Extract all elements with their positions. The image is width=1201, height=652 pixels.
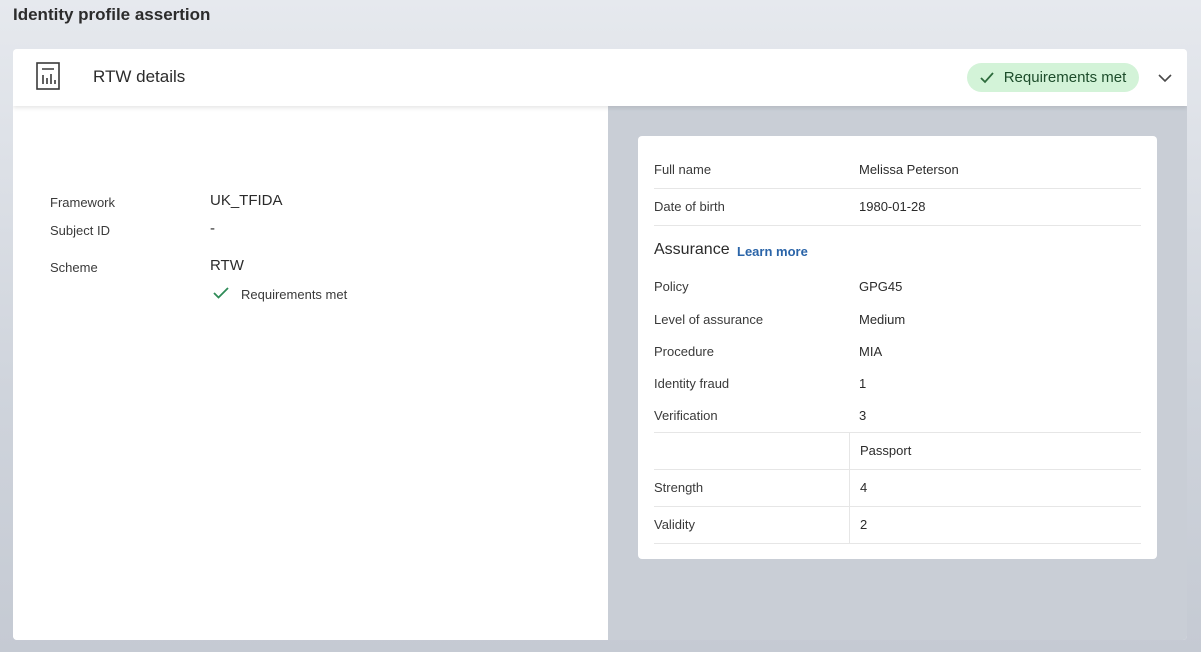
subject-id-value: - xyxy=(210,220,215,237)
verification-value: 3 xyxy=(859,408,867,423)
identity-details-panel: Full name Melissa Peterson Date of birth… xyxy=(608,106,1187,640)
card-title: RTW details xyxy=(93,67,186,86)
requirements-status-badge: Requirements met xyxy=(967,63,1139,92)
validity-value: 2 xyxy=(860,517,868,532)
divider xyxy=(654,543,1141,544)
scheme-value: RTW xyxy=(210,257,244,274)
subject-id-label: Subject ID xyxy=(50,223,110,238)
validity-label: Validity xyxy=(654,517,695,532)
loa-value: Medium xyxy=(859,312,906,327)
status-label: Requirements met xyxy=(1003,69,1127,86)
check-icon xyxy=(213,287,229,302)
divider xyxy=(654,188,1141,189)
divider xyxy=(654,506,1141,507)
table-column-divider xyxy=(849,432,850,543)
rtw-summary-panel: Framework UK_TFIDA Subject ID - Scheme R… xyxy=(13,106,608,640)
divider xyxy=(654,432,1141,433)
scheme-requirements-status: Requirements met xyxy=(213,287,347,302)
strength-label: Strength xyxy=(654,480,704,495)
strength-value: 4 xyxy=(860,480,868,495)
framework-value: UK_TFIDA xyxy=(210,192,283,209)
dob-label: Date of birth xyxy=(654,199,725,214)
verification-label: Verification xyxy=(654,408,718,423)
framework-label: Framework xyxy=(50,195,116,210)
divider xyxy=(654,469,1141,470)
procedure-value: MIA xyxy=(859,344,883,359)
identity-fraud-value: 1 xyxy=(859,376,867,391)
chevron-down-icon[interactable] xyxy=(1157,71,1173,85)
divider xyxy=(654,225,1141,226)
scheme-label: Scheme xyxy=(50,260,98,275)
rtw-details-card: RTW details Requirements met Framework U… xyxy=(13,49,1187,640)
assurance-heading: Assurance xyxy=(654,241,730,258)
full-name-label: Full name xyxy=(654,162,712,177)
dob-value: 1980-01-28 xyxy=(859,199,926,214)
learn-more-link[interactable]: Learn more xyxy=(737,244,808,259)
policy-label: Policy xyxy=(654,279,689,294)
evidence-type-header: Passport xyxy=(860,443,912,458)
check-icon xyxy=(980,71,994,84)
identity-fraud-label: Identity fraud xyxy=(654,376,730,391)
document-chart-icon xyxy=(36,62,60,90)
identity-details-card: Full name Melissa Peterson Date of birth… xyxy=(638,136,1157,559)
full-name-value: Melissa Peterson xyxy=(859,162,959,177)
scheme-status-label: Requirements met xyxy=(241,287,348,302)
page-title: Identity profile assertion xyxy=(13,5,211,24)
policy-value: GPG45 xyxy=(859,279,903,294)
procedure-label: Procedure xyxy=(654,344,714,359)
card-header[interactable]: RTW details Requirements met xyxy=(13,49,1187,106)
loa-label: Level of assurance xyxy=(654,312,764,327)
